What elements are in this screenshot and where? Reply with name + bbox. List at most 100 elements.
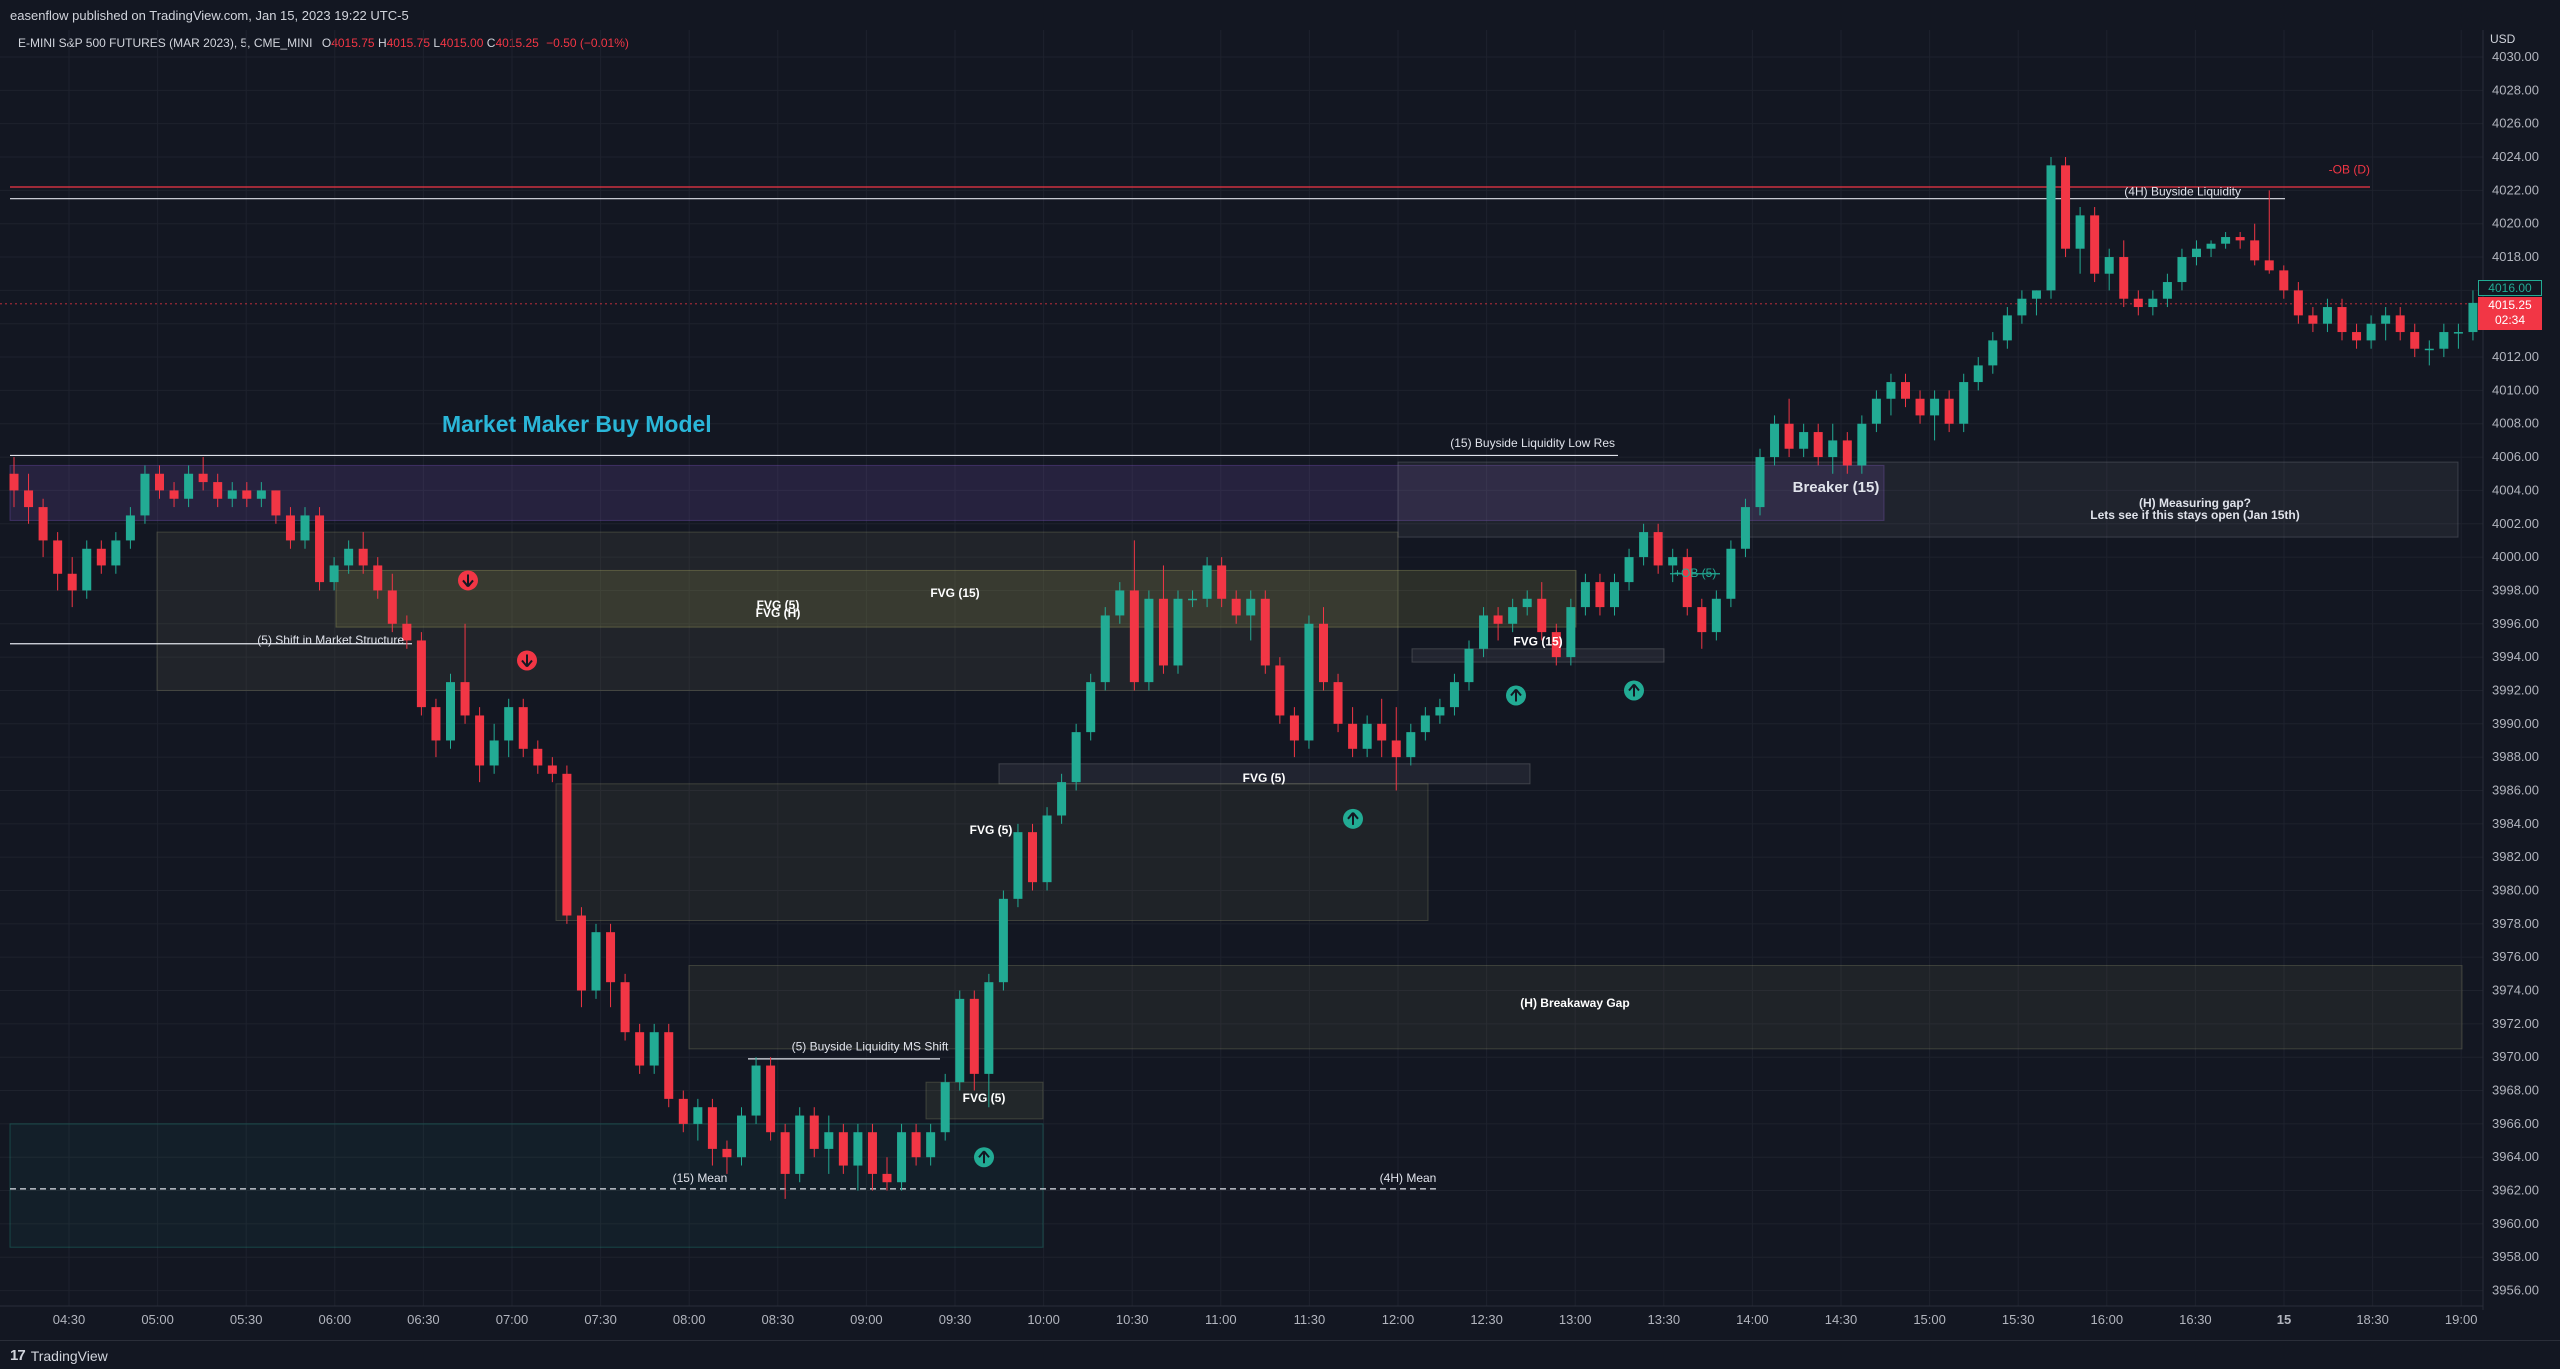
candle-body — [1886, 382, 1896, 399]
candle-body — [1973, 365, 1983, 383]
annotation-label: (4H) Mean — [1380, 1171, 1437, 1185]
candle-body — [2468, 302, 2478, 333]
candle — [1770, 415, 1780, 466]
candle-body — [722, 1148, 732, 1158]
candle-body — [2395, 315, 2405, 333]
time-tick-label: 08:00 — [673, 1312, 706, 1327]
candle — [1289, 707, 1299, 758]
candle-body — [1188, 598, 1198, 601]
candle-body — [227, 490, 237, 499]
time-tick-label: 14:00 — [1736, 1312, 1769, 1327]
annotation-label: (15) Buyside Liquidity Low Res — [1450, 436, 1615, 450]
candle — [533, 740, 543, 774]
time-tick-label: 13:00 — [1559, 1312, 1592, 1327]
candle-body — [2293, 290, 2303, 316]
candle — [1377, 698, 1387, 758]
candle-body — [271, 490, 281, 516]
candle — [606, 923, 616, 1008]
candle-body — [1770, 423, 1780, 458]
time-tick-label: 12:30 — [1470, 1312, 1503, 1327]
candle-body — [998, 898, 1008, 983]
price-tick-label: 4022.00 — [2492, 182, 2539, 197]
candle — [2133, 290, 2143, 316]
zone-fvg-5-upper — [1411, 648, 1665, 663]
candle-body — [1595, 582, 1605, 608]
candle-body — [1464, 648, 1474, 683]
candle — [2293, 282, 2303, 324]
chart-title: Market Maker Buy Model — [442, 411, 712, 437]
candle — [2162, 273, 2172, 308]
candle-body — [1144, 598, 1154, 683]
candle — [1580, 573, 1590, 616]
price-tick-label: 3972.00 — [2492, 1016, 2539, 1031]
candle — [649, 1023, 659, 1074]
candle-body — [795, 1115, 805, 1174]
candle — [2031, 290, 2041, 316]
time-tick-label: 14:30 — [1825, 1312, 1858, 1327]
candle-body — [1740, 507, 1750, 549]
time-tick-label: 16:30 — [2179, 1312, 2212, 1327]
candle — [1464, 640, 1474, 691]
candle-body — [1057, 782, 1067, 816]
candle-body — [1391, 740, 1401, 758]
candle-body — [1406, 732, 1416, 758]
candle-body — [984, 982, 994, 1074]
candle-body — [1871, 398, 1881, 424]
candle — [1930, 390, 1940, 441]
candle-body — [2352, 332, 2362, 341]
candle — [489, 723, 499, 774]
candle — [2424, 340, 2434, 366]
candle-body — [1566, 607, 1576, 658]
candle-body — [1711, 598, 1721, 633]
arrow-up-icon — [1624, 680, 1644, 701]
candle-body — [2031, 290, 2041, 299]
candle-body — [2279, 270, 2289, 291]
candle-body — [2264, 260, 2274, 271]
annotation-label: FVG (5) — [970, 823, 1013, 837]
candle — [315, 507, 325, 591]
candle — [897, 1123, 907, 1191]
time-tick-label: 07:30 — [584, 1312, 617, 1327]
time-axis: 04:30 05:00 05:30 06:00 06:30 07:00 07:30 08:00… — [0, 1305, 2483, 1327]
candle-body — [2046, 165, 2056, 291]
candle — [766, 1057, 776, 1141]
price-tick-label: 3994.00 — [2492, 649, 2539, 664]
candle-body — [1449, 682, 1459, 708]
price-tick-label: 4020.00 — [2492, 216, 2539, 231]
annotation-label: FVG (5) — [963, 1091, 1006, 1105]
candle — [53, 532, 63, 591]
time-tick-label: 06:30 — [407, 1312, 440, 1327]
candle — [1275, 657, 1285, 724]
candle-body — [1246, 598, 1256, 616]
price-tick-label: 4004.00 — [2492, 482, 2539, 497]
time-tick-label: 09:00 — [850, 1312, 883, 1327]
candle-body — [882, 1173, 892, 1183]
price-tick-label: 4026.00 — [2492, 116, 2539, 131]
candle-body — [2002, 315, 2012, 341]
candle-body — [1682, 557, 1692, 608]
candle-body — [1100, 615, 1110, 683]
candle — [2061, 157, 2071, 258]
candle-body — [446, 682, 455, 741]
candle-body — [2133, 298, 2143, 308]
candle — [1348, 707, 1358, 758]
candle-body — [649, 1032, 659, 1066]
candle — [2352, 323, 2362, 349]
candle-body — [256, 490, 266, 499]
candle — [795, 1107, 805, 1183]
tradingview-logo[interactable]: 17 TradingView — [10, 1347, 108, 1364]
candle-body — [1013, 832, 1023, 899]
candle — [1740, 498, 1750, 558]
candle — [635, 1023, 645, 1074]
price-tick-label: 3970.00 — [2492, 1049, 2539, 1064]
currency-label: USD — [2490, 32, 2516, 46]
price-chart[interactable]: (4H) Buyside Liquidity -OB (D) (15) Buysid… — [0, 0, 2560, 1340]
candle — [1260, 590, 1270, 674]
marker-price-tag: 4016.00 — [2478, 280, 2542, 296]
candle — [2468, 290, 2478, 341]
candle-body — [2075, 215, 2085, 249]
candle-body — [1930, 398, 1940, 416]
current-price-value: 4015.25 — [2488, 298, 2532, 312]
price-tick-label: 3992.00 — [2492, 682, 2539, 697]
price-tick-label: 3988.00 — [2492, 749, 2539, 764]
